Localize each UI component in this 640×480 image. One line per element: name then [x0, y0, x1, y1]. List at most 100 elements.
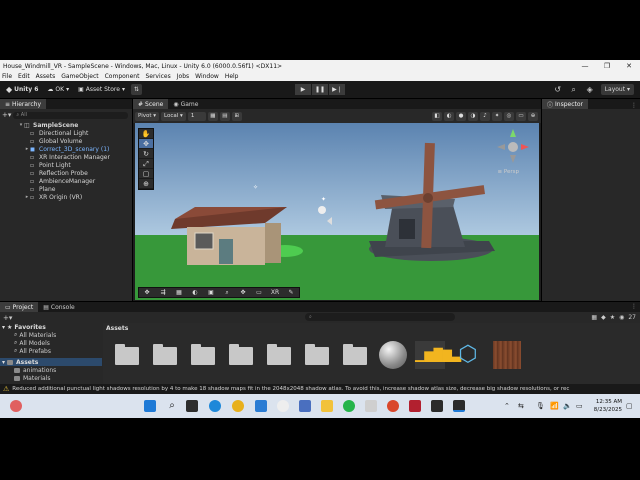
- xr-overlay-button[interactable]: XR: [267, 289, 283, 296]
- hierarchy-scene-row[interactable]: ▾ ◫ SampleScene: [0, 121, 132, 129]
- audio-icon[interactable]: ♪: [480, 111, 490, 121]
- hierarchy-search-input[interactable]: ⌕ All: [13, 111, 128, 119]
- unity-account-button[interactable]: ◆ Unity 6: [3, 84, 41, 95]
- app-icon[interactable]: [277, 400, 289, 412]
- zoom-icon[interactable]: ⌕: [219, 289, 235, 297]
- hierarchy-item[interactable]: ▫ AmbienceManager: [0, 177, 132, 185]
- menu-file[interactable]: File: [2, 73, 12, 80]
- hierarchy-item[interactable]: ▫ XR Interaction Manager: [0, 153, 132, 161]
- tab-hierarchy[interactable]: ≡ Hierarchy: [0, 99, 47, 109]
- tree-item[interactable]: ⌕ All Prefabs: [0, 347, 102, 355]
- taskbar-clock[interactable]: 12:35 AM 8/23/2025: [594, 398, 622, 414]
- grid-snap-icon[interactable]: ▦: [207, 111, 218, 121]
- notification-icon[interactable]: ▢: [626, 402, 633, 410]
- asset-texture[interactable]: [491, 339, 521, 371]
- rotate-tool-icon[interactable]: ↻: [139, 149, 153, 159]
- hidden-objects-icon[interactable]: ◎: [504, 111, 514, 121]
- hierarchy-item[interactable]: ▸ ◼ Correct_3D_scenary (1): [0, 145, 132, 153]
- tree-item[interactable]: Materials: [0, 374, 102, 382]
- expand-arrow-icon[interactable]: ▾: [2, 359, 5, 366]
- orbit-icon[interactable]: ◐: [187, 289, 203, 296]
- app-icon[interactable]: [409, 400, 421, 412]
- hierarchy-item[interactable]: ▫ Directional Light: [0, 129, 132, 137]
- whatsapp-icon[interactable]: [343, 400, 355, 412]
- align-icon[interactable]: ⇶: [155, 289, 171, 296]
- task-view-icon[interactable]: [186, 400, 198, 412]
- history-icon[interactable]: ↺: [553, 84, 563, 95]
- asset-folder[interactable]: [227, 339, 257, 371]
- skybox-icon[interactable]: ◑: [468, 111, 478, 121]
- snap-icon[interactable]: ⊞: [231, 111, 242, 121]
- menu-edit[interactable]: Edit: [18, 73, 30, 80]
- tree-item[interactable]: ⌕ All Models: [0, 339, 102, 347]
- file-explorer-icon[interactable]: [321, 400, 333, 412]
- asset-store-button[interactable]: ▣ Asset Store ▾: [75, 84, 128, 95]
- rect-tool-icon[interactable]: ▢: [139, 169, 153, 179]
- asset-folder[interactable]: [113, 339, 143, 371]
- expand-arrow-icon[interactable]: ▾: [2, 324, 5, 331]
- weather-widget-icon[interactable]: [10, 400, 22, 412]
- vscode-icon[interactable]: [255, 400, 267, 412]
- hand-tool-icon[interactable]: ✋: [139, 129, 153, 139]
- chrome-icon[interactable]: [232, 400, 244, 412]
- start-button[interactable]: [144, 400, 156, 412]
- tab-inspector[interactable]: ⓘ Inspector: [542, 99, 589, 109]
- search-icon[interactable]: ⌕: [166, 400, 178, 412]
- play-button[interactable]: ▶: [295, 84, 311, 95]
- app-icon[interactable]: [387, 400, 399, 412]
- edge-icon[interactable]: [209, 400, 221, 412]
- favorites-header[interactable]: ▾ ★ Favorites: [0, 323, 102, 331]
- add-asset-icon[interactable]: +▾: [3, 314, 12, 322]
- hidden-packages-icon[interactable]: ◉: [619, 314, 624, 321]
- minimize-button[interactable]: —: [574, 62, 596, 70]
- tab-game[interactable]: ◉ Game: [168, 99, 203, 109]
- tree-item[interactable]: animations: [0, 366, 102, 374]
- grid-visibility-icon[interactable]: ▤: [219, 111, 230, 121]
- effects-icon[interactable]: ✦: [492, 111, 502, 121]
- lighting-icon[interactable]: ●: [456, 111, 466, 121]
- battery-icon[interactable]: ▭: [576, 402, 583, 410]
- asset-folder[interactable]: [265, 339, 295, 371]
- hierarchy-item[interactable]: ▫ Global Volume: [0, 137, 132, 145]
- menu-window[interactable]: Window: [195, 73, 219, 80]
- menu-help[interactable]: Help: [225, 73, 239, 80]
- app-icon[interactable]: [365, 400, 377, 412]
- project-search-input[interactable]: ⌕: [305, 313, 455, 321]
- menu-component[interactable]: Component: [105, 73, 140, 80]
- filter-label-icon[interactable]: ◆: [601, 314, 606, 321]
- perspective-label[interactable]: ≡ Persp: [498, 169, 519, 175]
- frame-icon[interactable]: ▭: [251, 289, 267, 296]
- brush-icon[interactable]: ✎: [283, 289, 299, 296]
- transform-tool-icon[interactable]: ⊕: [139, 179, 153, 189]
- wifi-icon[interactable]: 📶: [550, 402, 559, 410]
- close-button[interactable]: ✕: [618, 62, 640, 70]
- asset-material[interactable]: [377, 339, 407, 371]
- microphone-icon[interactable]: 🎙: [536, 402, 545, 410]
- hierarchy-item[interactable]: ▫ Plane: [0, 185, 132, 193]
- unity-hub-icon[interactable]: [431, 400, 443, 412]
- asset-folder[interactable]: [303, 339, 333, 371]
- scale-tool-icon[interactable]: ⤢: [139, 159, 153, 169]
- volume-icon[interactable]: 🔈: [563, 402, 572, 410]
- snap-increment-field[interactable]: 1: [187, 111, 206, 121]
- move-snap-icon[interactable]: ✥: [139, 289, 155, 296]
- menu-jobs[interactable]: Jobs: [177, 73, 189, 80]
- version-control-button[interactable]: ⇅: [130, 84, 142, 95]
- draw-mode-icon[interactable]: ◧: [432, 111, 442, 121]
- account-dropdown[interactable]: ☁ OK ▾: [44, 84, 72, 95]
- menu-gameobject[interactable]: GameObject: [61, 73, 98, 80]
- search-icon[interactable]: ⌕: [569, 84, 579, 95]
- panel-menu-icon[interactable]: ⋮: [631, 102, 640, 109]
- local-dropdown[interactable]: Local ▾: [161, 111, 186, 121]
- step-button[interactable]: ▶❘: [329, 84, 345, 95]
- assets-root[interactable]: ▾ Assets: [0, 358, 102, 366]
- pan-icon[interactable]: ✥: [235, 289, 251, 296]
- app-icon[interactable]: [299, 400, 311, 412]
- pause-button[interactable]: ❚❚: [312, 84, 328, 95]
- tab-project[interactable]: ▭ Project: [0, 302, 39, 312]
- language-icon[interactable]: ⇆: [518, 402, 524, 410]
- console-status-bar[interactable]: ⚠ Reduced additional punctual light shad…: [0, 384, 640, 394]
- grid-icon[interactable]: ▦: [171, 289, 187, 296]
- camera-icon[interactable]: ▭: [516, 111, 526, 121]
- asset-folder[interactable]: [189, 339, 219, 371]
